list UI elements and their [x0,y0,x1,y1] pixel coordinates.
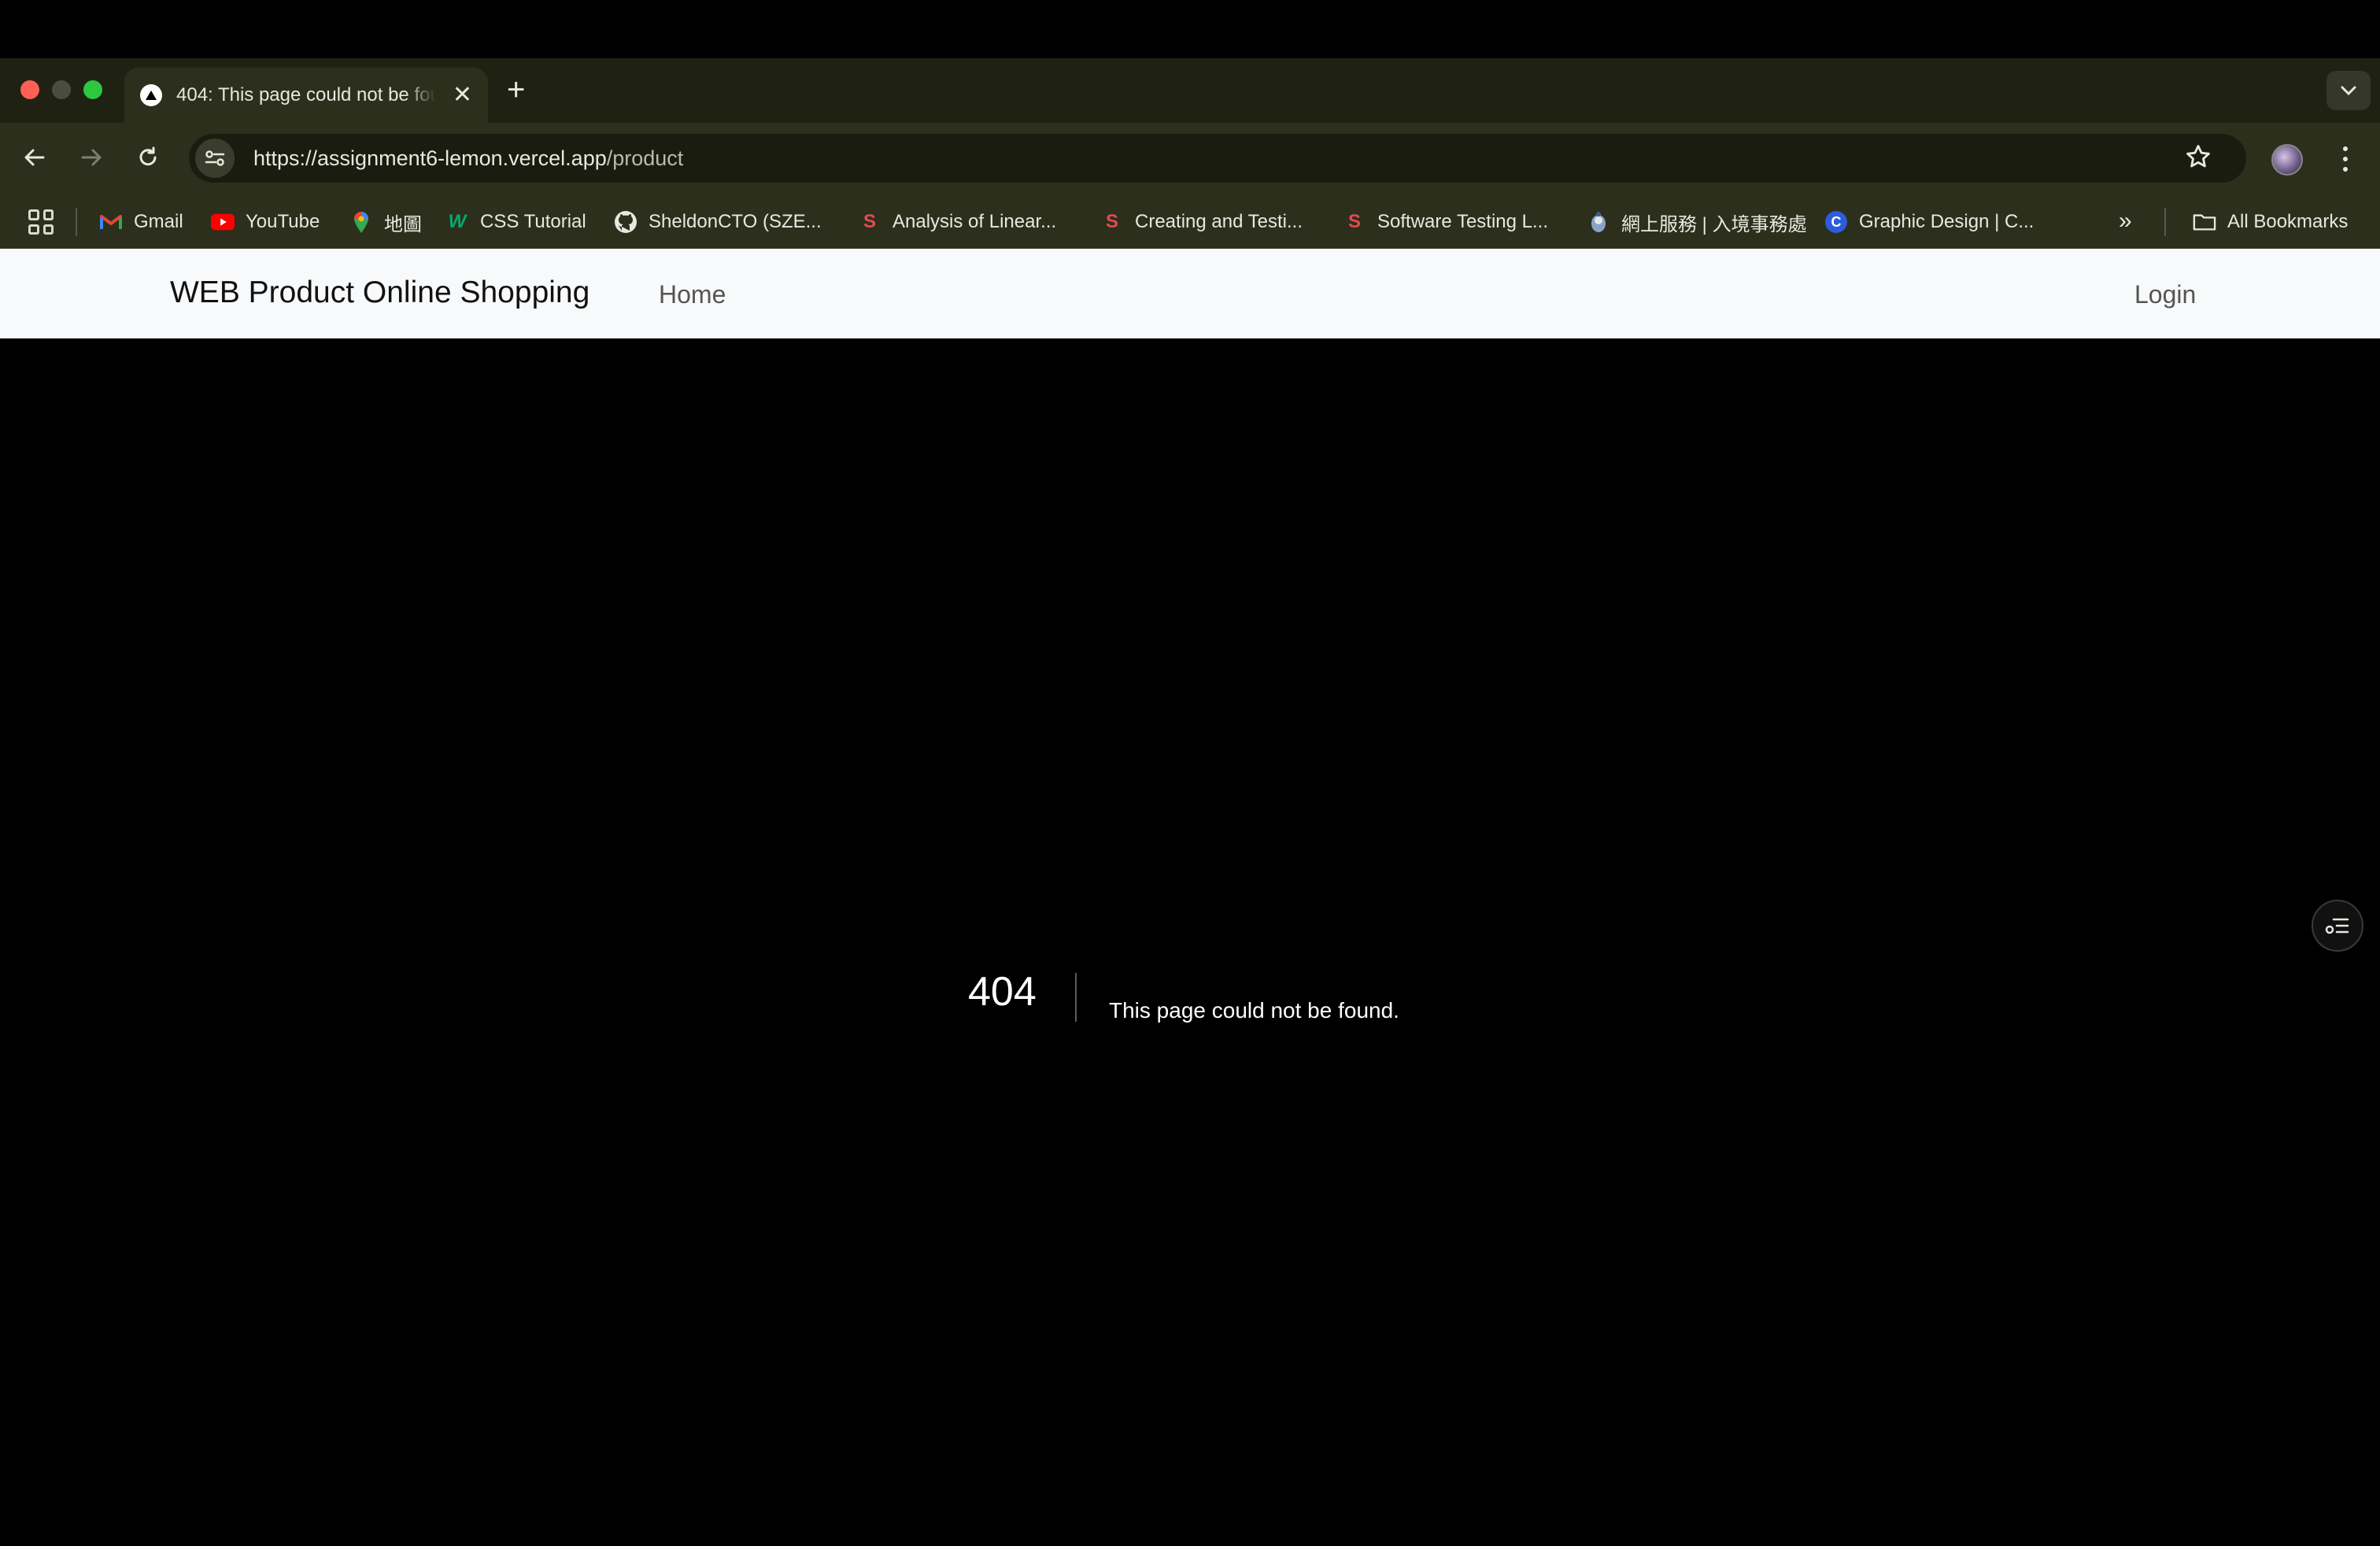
reload-icon [139,146,157,166]
maps-icon [349,210,373,234]
url-text: https://assignment6-lemon.vercel.app/pro… [253,146,683,171]
tab-search-button[interactable] [2326,71,2371,110]
list-settings-icon [2325,918,2349,934]
bookmark-css-tutorial[interactable]: W CSS Tutorial [445,206,586,238]
bookmark-label: YouTube [246,211,320,232]
folder-icon [2193,210,2216,234]
w3schools-icon: W [448,211,467,232]
bookmark-youtube[interactable]: YouTube [211,206,320,238]
nav-login-link[interactable]: Login [2134,280,2196,309]
bookmark-label: 網上服務 | 入境事務處 [1621,213,1807,235]
bookmarks-separator [2164,208,2166,236]
svg-text:C: C [1831,214,1842,230]
immd-icon [1587,210,1610,234]
all-bookmarks-button[interactable]: All Bookmarks [2193,206,2348,238]
vercel-favicon-icon [140,84,162,106]
error-message: This page could not be found. [1109,998,1399,1023]
youtube-icon [211,210,235,234]
error-divider [1075,973,1077,1022]
bookmark-label: CSS Tutorial [480,211,586,232]
bookmark-immd[interactable]: 網上服務 | 入境事務處 [1587,206,1807,238]
back-button[interactable] [17,140,52,175]
bookmark-label: Graphic Design | C... [1859,211,2034,232]
bookmark-label: SheldonCTO (SZE... [649,211,822,232]
bookmark-label: 地圖 [384,213,422,235]
arrow-right-icon [81,149,102,166]
floating-extension-button[interactable] [2312,900,2363,952]
s-logo-icon: S [1347,211,1361,232]
bookmark-star-icon[interactable] [2185,143,2212,174]
site-info-icon[interactable] [195,139,235,178]
tab-title: 404: This page could not be found [176,84,436,105]
chrome-menu-button[interactable] [2336,143,2355,175]
bookmark-software-testing[interactable]: S Software Testing L... [1343,206,1548,238]
bookmark-label: Software Testing L... [1377,211,1549,232]
c-logo-icon: C [1824,210,1848,234]
profile-avatar[interactable] [2271,144,2303,176]
bookmark-analysis-linear[interactable]: S Analysis of Linear... [858,206,1056,238]
bookmark-label: Creating and Testi... [1135,211,1303,232]
screen: 404: This page could not be found ✕ + ht… [0,0,2380,1546]
github-icon [614,210,638,234]
address-bar[interactable]: https://assignment6-lemon.vercel.app/pro… [189,134,2246,183]
minimize-window-button[interactable] [52,80,71,99]
s-logo-icon: S [1105,211,1118,232]
url-path: /product [606,146,684,170]
bookmark-github[interactable]: SheldonCTO (SZE... [614,206,822,238]
site-brand-link[interactable]: WEB Product Online Shopping [170,276,589,310]
arrow-left-icon [24,149,45,166]
reload-button[interactable] [131,140,165,175]
chevron-down-icon [2341,86,2356,96]
os-top-strip [0,0,2380,58]
close-window-button[interactable] [20,80,39,99]
forward-button[interactable] [74,140,109,175]
bookmark-creating-testing[interactable]: S Creating and Testi... [1100,206,1303,238]
active-tab[interactable]: 404: This page could not be found ✕ [124,68,488,123]
s-logo-icon: S [863,211,876,232]
bookmark-label: Gmail [134,211,183,232]
nav-home-link[interactable]: Home [659,280,726,309]
bookmark-maps[interactable]: 地圖 [349,206,422,238]
bookmark-label: Analysis of Linear... [893,211,1057,232]
new-tab-button[interactable]: + [507,72,525,107]
apps-grid-icon[interactable] [28,209,54,235]
error-code: 404 [968,969,1037,1015]
bookmark-gmail[interactable]: Gmail [99,206,183,238]
gmail-icon [99,210,123,234]
bookmarks-separator [76,208,77,236]
more-bookmarks-chevron-icon[interactable]: » [2119,208,2132,235]
url-host: https://assignment6-lemon.vercel.app [253,146,607,170]
all-bookmarks-label: All Bookmarks [2227,211,2349,232]
maximize-window-button[interactable] [83,80,102,99]
tab-close-icon[interactable]: ✕ [453,83,472,107]
bookmark-graphic-design[interactable]: C Graphic Design | C... [1824,206,2034,238]
